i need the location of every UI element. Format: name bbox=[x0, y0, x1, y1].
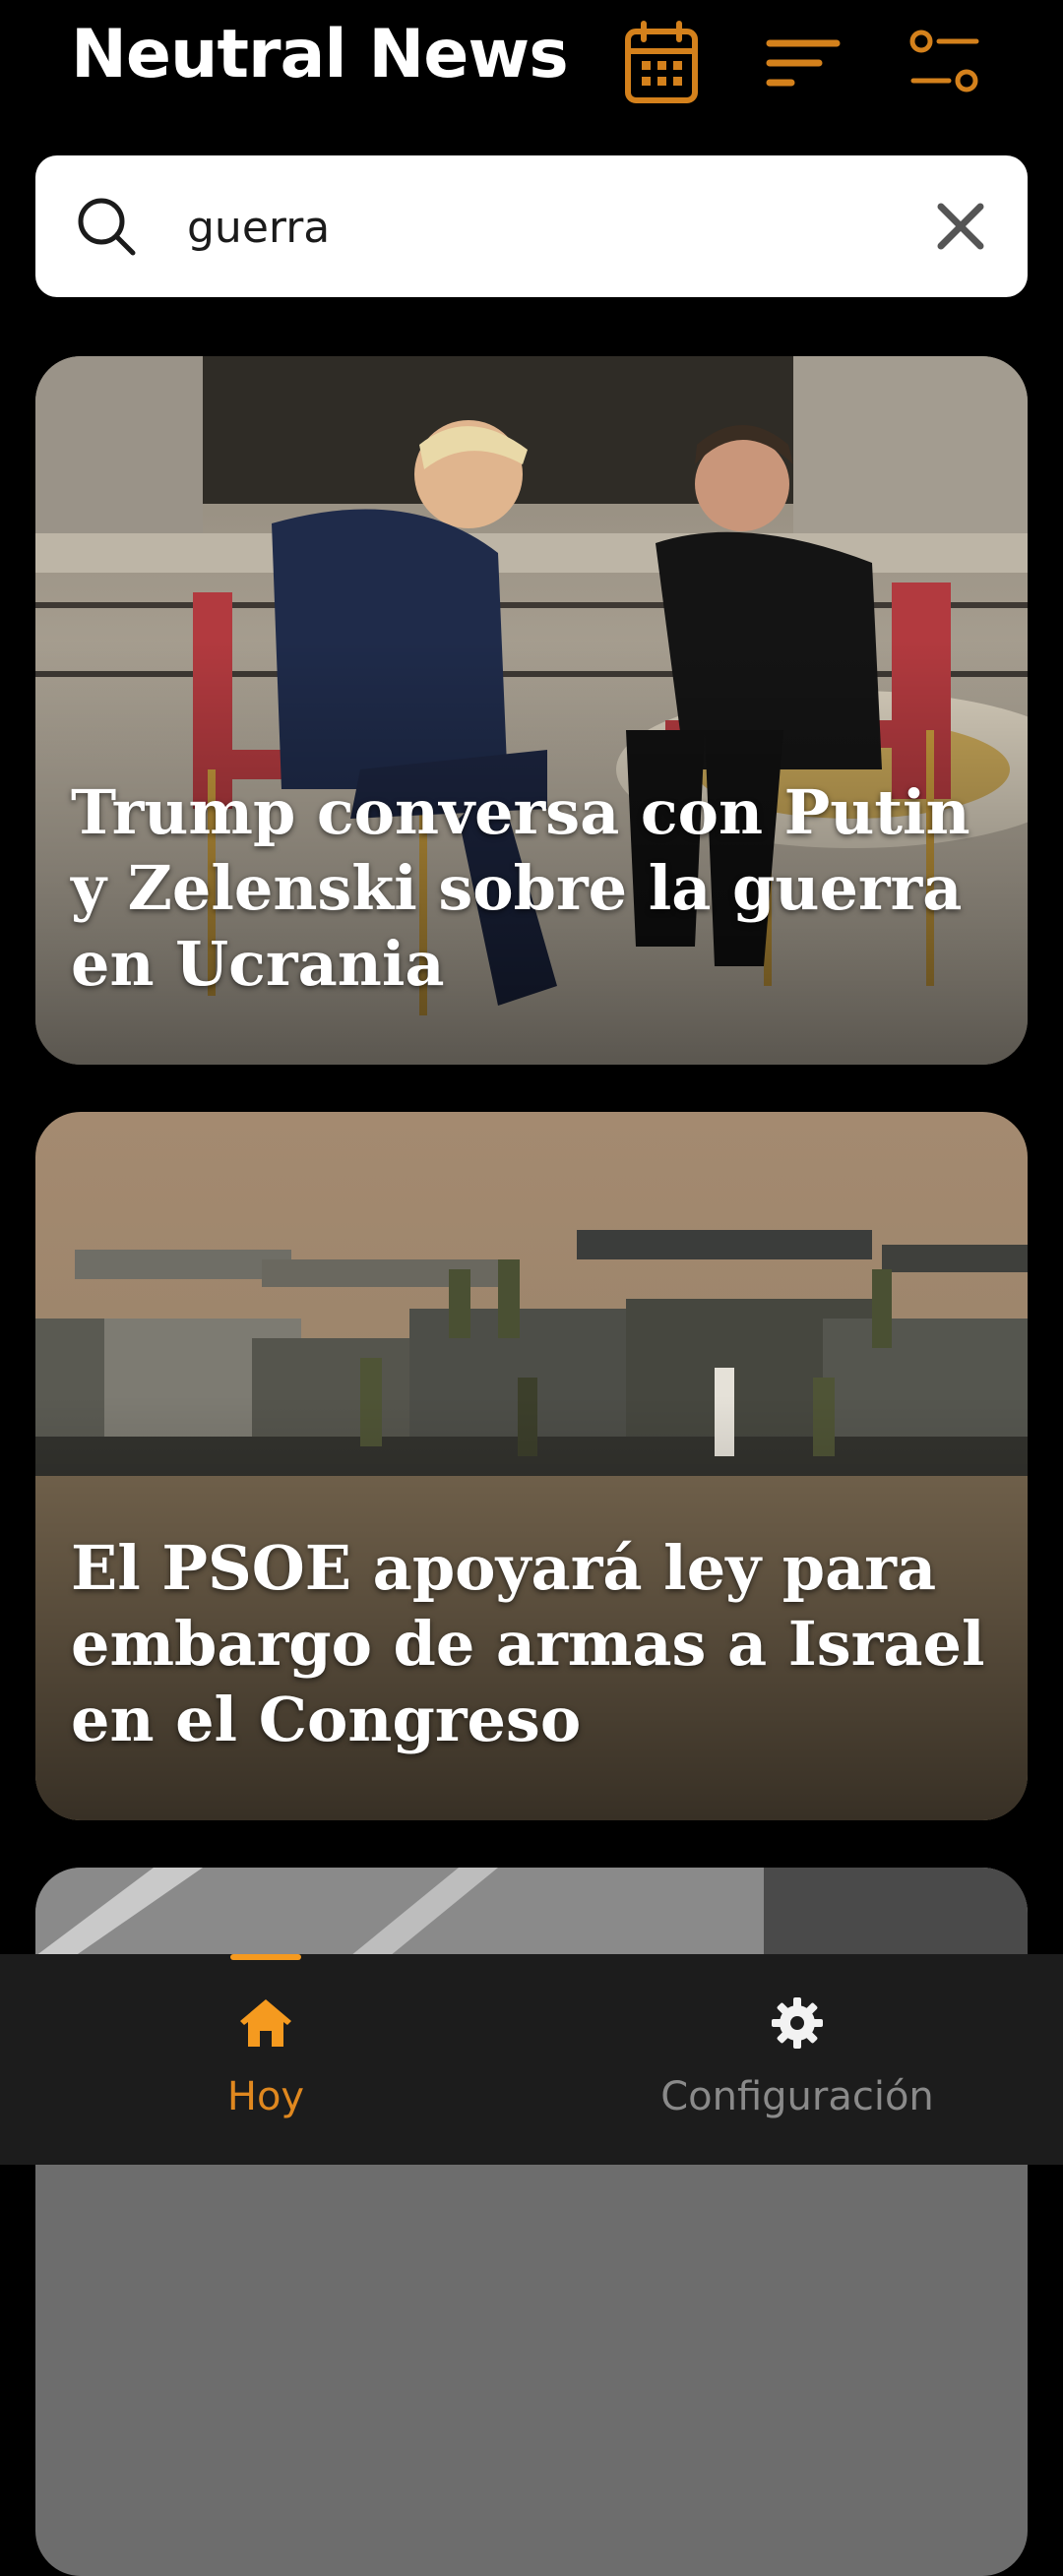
article-card[interactable]: Trump conversa con Putin y Zelenski sobr… bbox=[35, 356, 1028, 1065]
search-bar bbox=[35, 155, 1028, 297]
close-icon[interactable] bbox=[935, 201, 986, 252]
home-icon bbox=[240, 1999, 291, 2047]
nav-label: Configuración bbox=[660, 2074, 934, 2119]
gear-icon bbox=[772, 1997, 823, 2049]
bottom-navigation: Hoy Configuración bbox=[0, 1954, 1063, 2165]
article-card[interactable]: El PSOE apoyará ley para embargo de arma… bbox=[35, 1112, 1028, 1820]
nav-item-hoy[interactable]: Hoy bbox=[0, 1954, 532, 2165]
active-indicator bbox=[230, 1954, 301, 1960]
app-title: Neutral News bbox=[71, 16, 569, 93]
search-input[interactable] bbox=[185, 191, 937, 264]
nav-item-configuracion[interactable]: Configuración bbox=[532, 1954, 1063, 2165]
article-title: Trump conversa con Putin y Zelenski sobr… bbox=[71, 776, 970, 1000]
nav-label: Hoy bbox=[226, 2074, 305, 2119]
search-icon bbox=[78, 198, 136, 256]
article-title: El PSOE apoyará ley para embargo de arma… bbox=[71, 1532, 985, 1755]
sort-icon[interactable] bbox=[764, 20, 843, 106]
calendar-icon[interactable] bbox=[622, 20, 701, 106]
sliders-icon[interactable] bbox=[906, 20, 984, 106]
top-app-bar: Neutral News bbox=[0, 0, 1063, 128]
